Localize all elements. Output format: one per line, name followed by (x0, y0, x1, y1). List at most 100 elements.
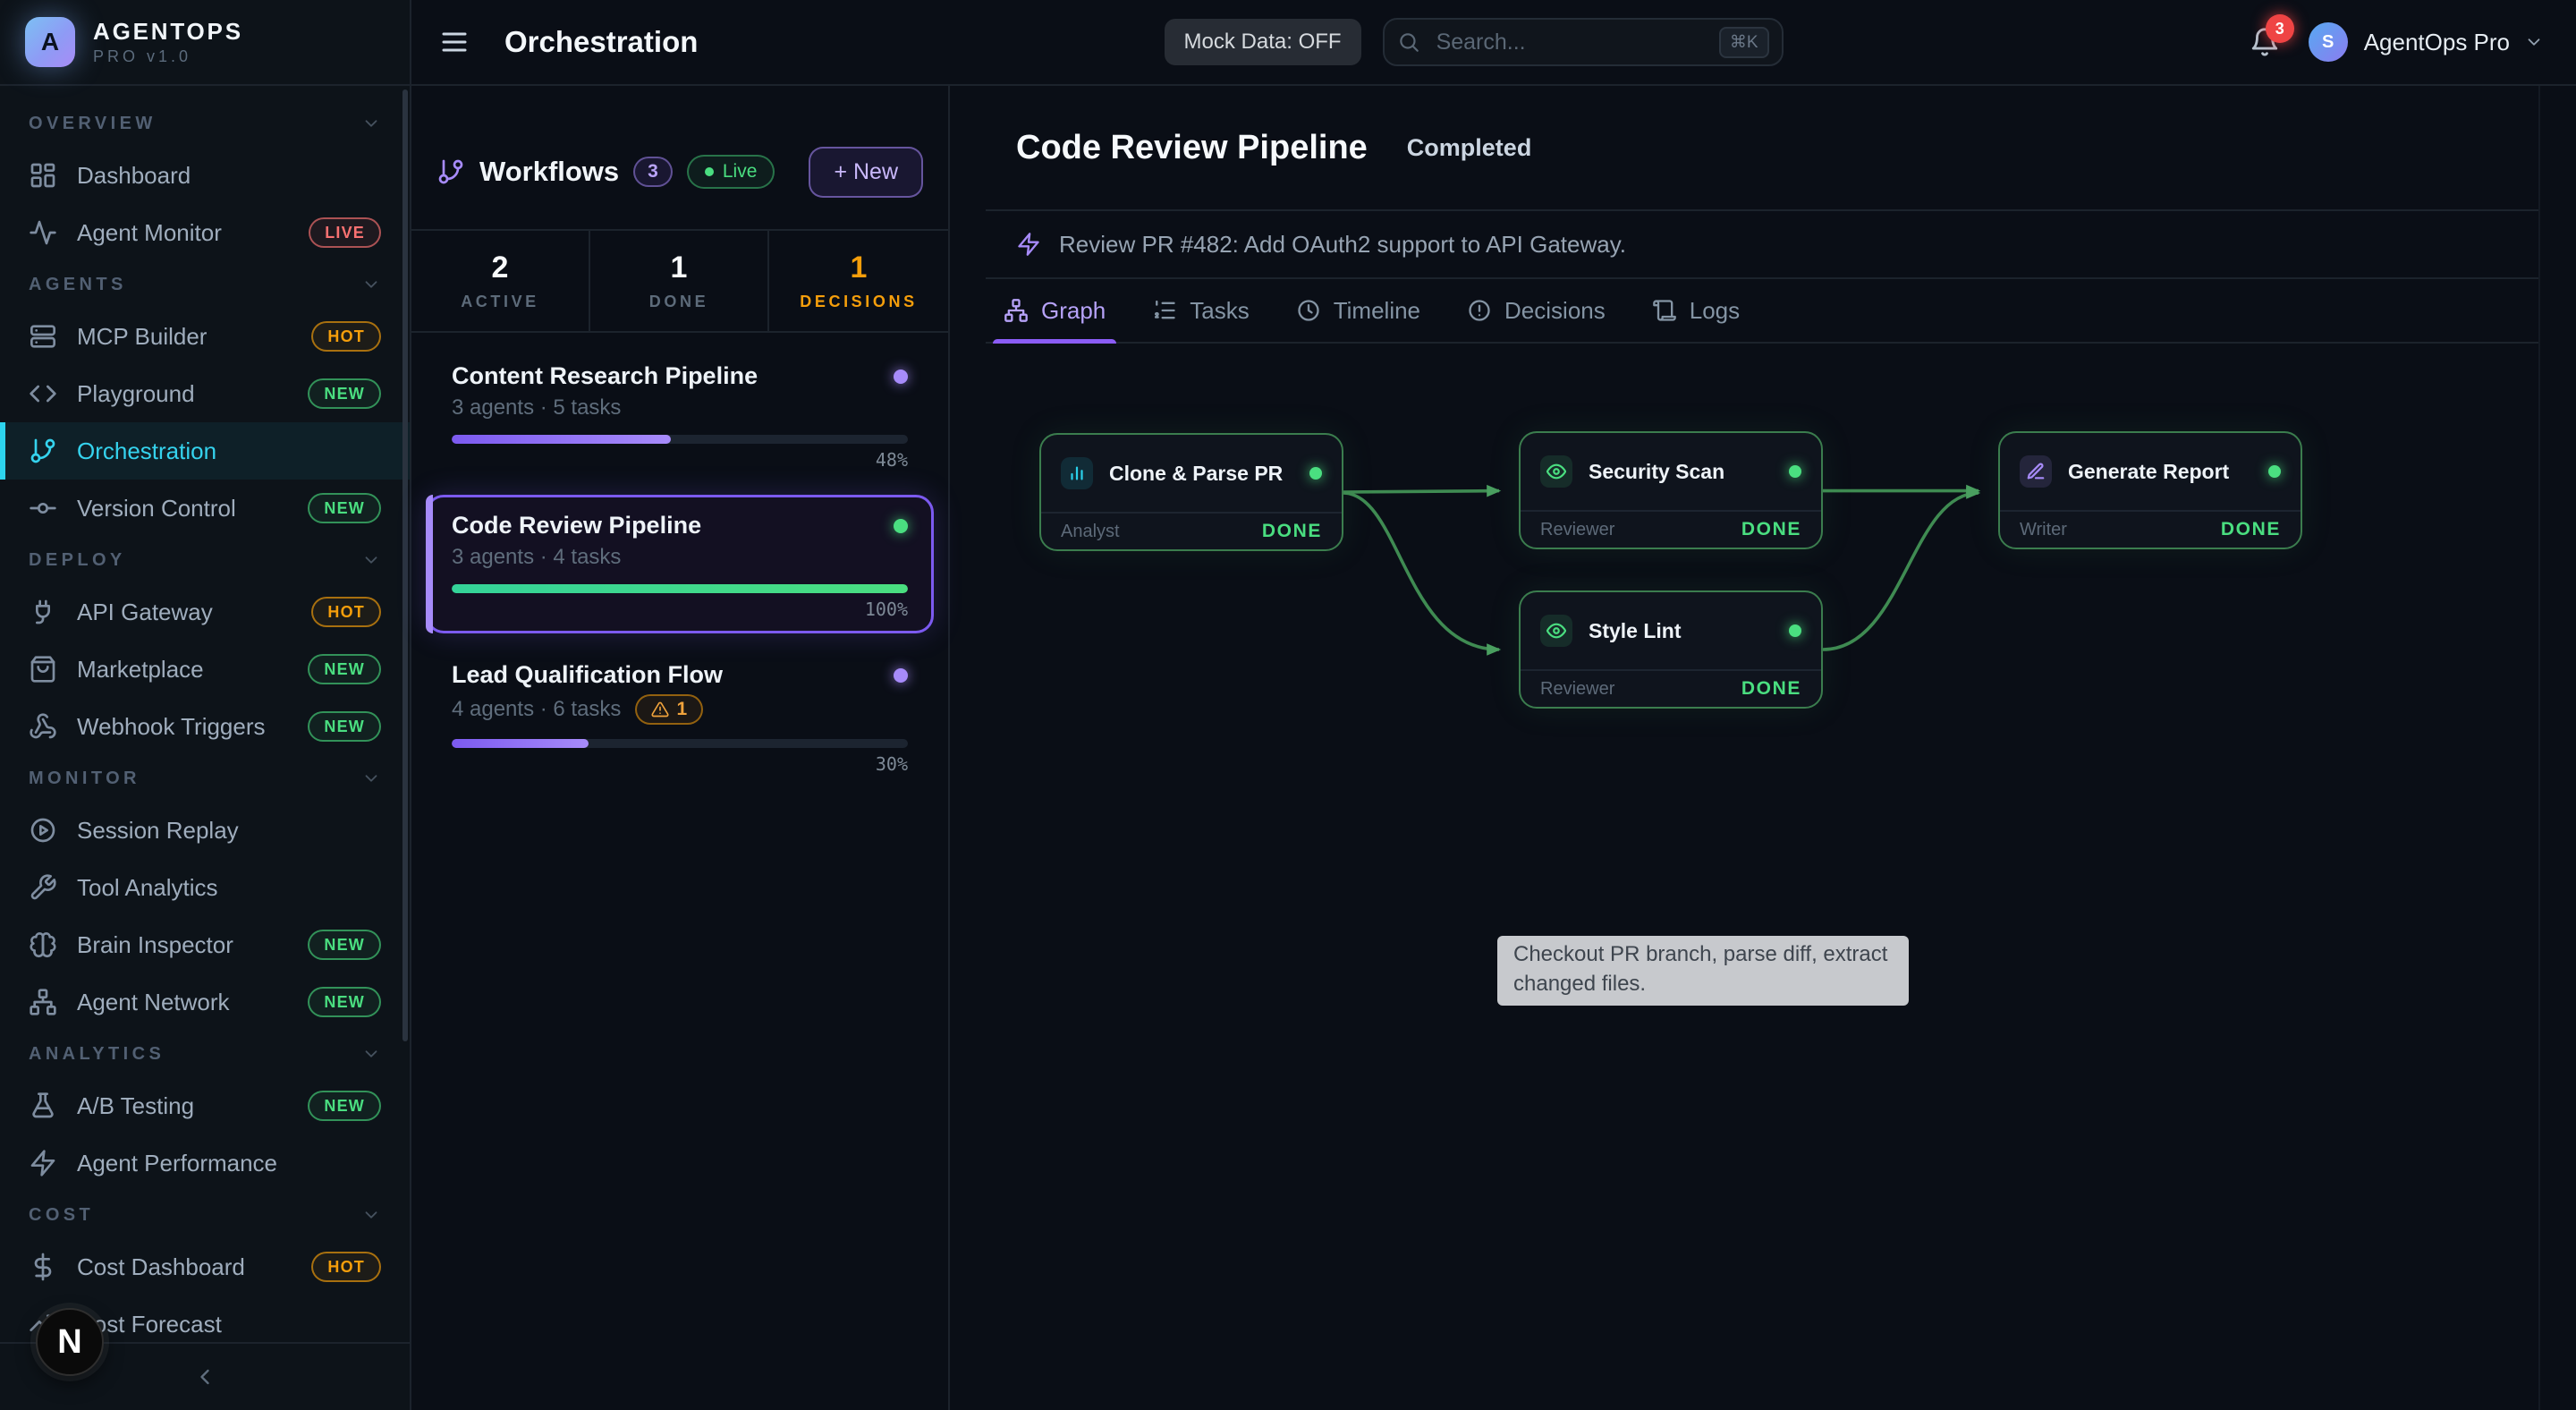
sidebar-item-label: A/B Testing (77, 1092, 288, 1120)
workflow-stats: 2 ACTIVE 1 DONE 1 DECISIONS (411, 229, 948, 333)
graph-node-generate-report[interactable]: Generate Report Writer DONE (1998, 431, 2302, 549)
tab-timeline[interactable]: Timeline (1296, 279, 1420, 342)
workflow-detail-header: Code Review Pipeline Completed (986, 86, 2540, 211)
workflow-description: Review PR #482: Add OAuth2 support to AP… (986, 211, 2540, 279)
node-title: Generate Report (2068, 460, 2252, 484)
zap-icon (1016, 232, 1041, 257)
hot-badge: HOT (311, 321, 381, 352)
play-circle-icon (29, 816, 57, 845)
tab-graph[interactable]: Graph (1004, 279, 1106, 342)
mock-data-toggle[interactable]: Mock Data: OFF (1165, 19, 1361, 65)
node-status: DONE (1741, 519, 1801, 540)
sidebar-item-tool-analytics[interactable]: Tool Analytics (0, 859, 410, 916)
hot-badge: HOT (311, 597, 381, 627)
tab-decisions[interactable]: Decisions (1467, 279, 1606, 342)
zap-icon (29, 1149, 57, 1177)
sidebar-item-agent-network[interactable]: Agent Network NEW (0, 973, 410, 1031)
sidebar-item-label: Dashboard (77, 162, 381, 190)
graph-node-style-lint[interactable]: Style Lint Reviewer DONE (1519, 590, 1823, 709)
brand-logo: A (25, 17, 75, 67)
sidebar-scrollbar[interactable] (402, 89, 408, 1041)
user-name[interactable]: AgentOps Pro (2364, 29, 2510, 56)
chevron-down-icon (361, 1044, 381, 1064)
sidebar-item-label: Cost Forecast (77, 1311, 381, 1338)
chevron-down-icon[interactable] (2524, 32, 2544, 52)
list-ordered-icon (1152, 298, 1177, 323)
graph-node-security-scan[interactable]: Security Scan Reviewer DONE (1519, 431, 1823, 549)
sidebar-item-cost-dashboard[interactable]: Cost Dashboard HOT (0, 1238, 410, 1295)
topbar: Orchestration Mock Data: OFF ⌘K 3 S Agen… (411, 0, 2576, 86)
tab-logs[interactable]: Logs (1652, 279, 1740, 342)
section-monitor[interactable]: MONITOR (0, 755, 410, 802)
workflows-header: Workflows 3 Live + New (411, 86, 948, 229)
progress-fill (452, 739, 589, 748)
sidebar-item-agent-performance[interactable]: Agent Performance (0, 1134, 410, 1192)
brand-name: AGENTOPS (93, 19, 243, 44)
stat-done: 1 DONE (590, 231, 769, 331)
chevron-down-icon (361, 769, 381, 788)
sidebar-item-label: Brain Inspector (77, 931, 288, 959)
new-badge: NEW (308, 711, 381, 742)
scroll-icon (1652, 298, 1677, 323)
sidebar-nav: OVERVIEW Dashboard Agent Monitor LIVE AG… (0, 86, 410, 1342)
sidebar-item-label: MCP Builder (77, 323, 292, 351)
detail-tabs: Graph Tasks Timeline Decisions Logs (986, 279, 2540, 344)
node-status-dot (2268, 465, 2281, 478)
section-label: MONITOR (29, 769, 140, 789)
section-analytics[interactable]: ANALYTICS (0, 1031, 410, 1077)
section-overview[interactable]: OVERVIEW (0, 100, 410, 147)
shopping-bag-icon (29, 655, 57, 684)
new-workflow-button[interactable]: + New (809, 147, 923, 198)
stat-label: DECISIONS (800, 293, 917, 311)
menu-icon[interactable] (438, 26, 470, 58)
notifications-button[interactable]: 3 (2250, 27, 2280, 57)
sidebar-item-label: Playground (77, 380, 288, 408)
node-tooltip: Checkout PR branch, parse diff, extract … (1497, 936, 1909, 1006)
node-role: Analyst (1061, 522, 1120, 542)
sidebar-item-playground[interactable]: Playground NEW (0, 365, 410, 422)
sidebar-item-mcp-builder[interactable]: MCP Builder HOT (0, 308, 410, 365)
sidebar-item-session-replay[interactable]: Session Replay (0, 802, 410, 859)
stat-label: ACTIVE (461, 293, 539, 311)
node-status: DONE (2221, 519, 2281, 540)
search-input[interactable] (1433, 28, 1707, 57)
live-badge: LIVE (309, 217, 381, 248)
sidebar-item-brain-inspector[interactable]: Brain Inspector NEW (0, 916, 410, 973)
tab-tasks[interactable]: Tasks (1152, 279, 1249, 342)
workflows-title: Workflows (479, 156, 619, 188)
sidebar-item-ab-testing[interactable]: A/B Testing NEW (0, 1077, 410, 1134)
section-deploy[interactable]: DEPLOY (0, 537, 410, 583)
user-avatar[interactable]: S (2309, 22, 2348, 62)
section-agents[interactable]: AGENTS (0, 261, 410, 308)
dollar-icon (29, 1253, 57, 1281)
sidebar-item-label: Marketplace (77, 656, 288, 684)
section-cost[interactable]: COST (0, 1192, 410, 1238)
wrench-icon (29, 873, 57, 902)
graph-node-clone-parse-pr[interactable]: Clone & Parse PR Analyst DONE (1039, 433, 1343, 551)
workflow-card-code-review[interactable]: Code Review Pipeline 3 agents · 4 tasks … (426, 495, 934, 633)
workflow-card-lead-qualification[interactable]: Lead Qualification Flow 4 agents · 6 tas… (426, 644, 934, 788)
sidebar-item-api-gateway[interactable]: API Gateway HOT (0, 583, 410, 641)
node-status-dot (1789, 465, 1801, 478)
node-status: DONE (1741, 678, 1801, 700)
sidebar-item-dashboard[interactable]: Dashboard (0, 147, 410, 204)
code-icon (29, 379, 57, 408)
workflow-card-content-research[interactable]: Content Research Pipeline 3 agents · 5 t… (426, 345, 934, 484)
sidebar-item-webhook-triggers[interactable]: Webhook Triggers NEW (0, 698, 410, 755)
chevron-down-icon (361, 550, 381, 570)
pen-icon (2020, 455, 2052, 488)
node-title: Style Lint (1589, 619, 1773, 643)
workflow-graph-canvas[interactable]: Clone & Parse PR Analyst DONE Security S… (950, 344, 2576, 1410)
sidebar-item-agent-monitor[interactable]: Agent Monitor LIVE (0, 204, 410, 261)
nextjs-dev-badge[interactable]: N (36, 1308, 104, 1376)
search-box[interactable]: ⌘K (1383, 18, 1784, 66)
sidebar-item-orchestration[interactable]: Orchestration (0, 422, 410, 480)
sidebar-item-version-control[interactable]: Version Control NEW (0, 480, 410, 537)
sidebar-item-label: Agent Monitor (77, 219, 289, 247)
notification-count-badge: 3 (2266, 14, 2294, 43)
node-role: Writer (2020, 520, 2067, 540)
hot-badge: HOT (311, 1252, 381, 1282)
clock-icon (1296, 298, 1321, 323)
main-content: Code Review Pipeline Completed Review PR… (950, 86, 2576, 1410)
sidebar-item-marketplace[interactable]: Marketplace NEW (0, 641, 410, 698)
